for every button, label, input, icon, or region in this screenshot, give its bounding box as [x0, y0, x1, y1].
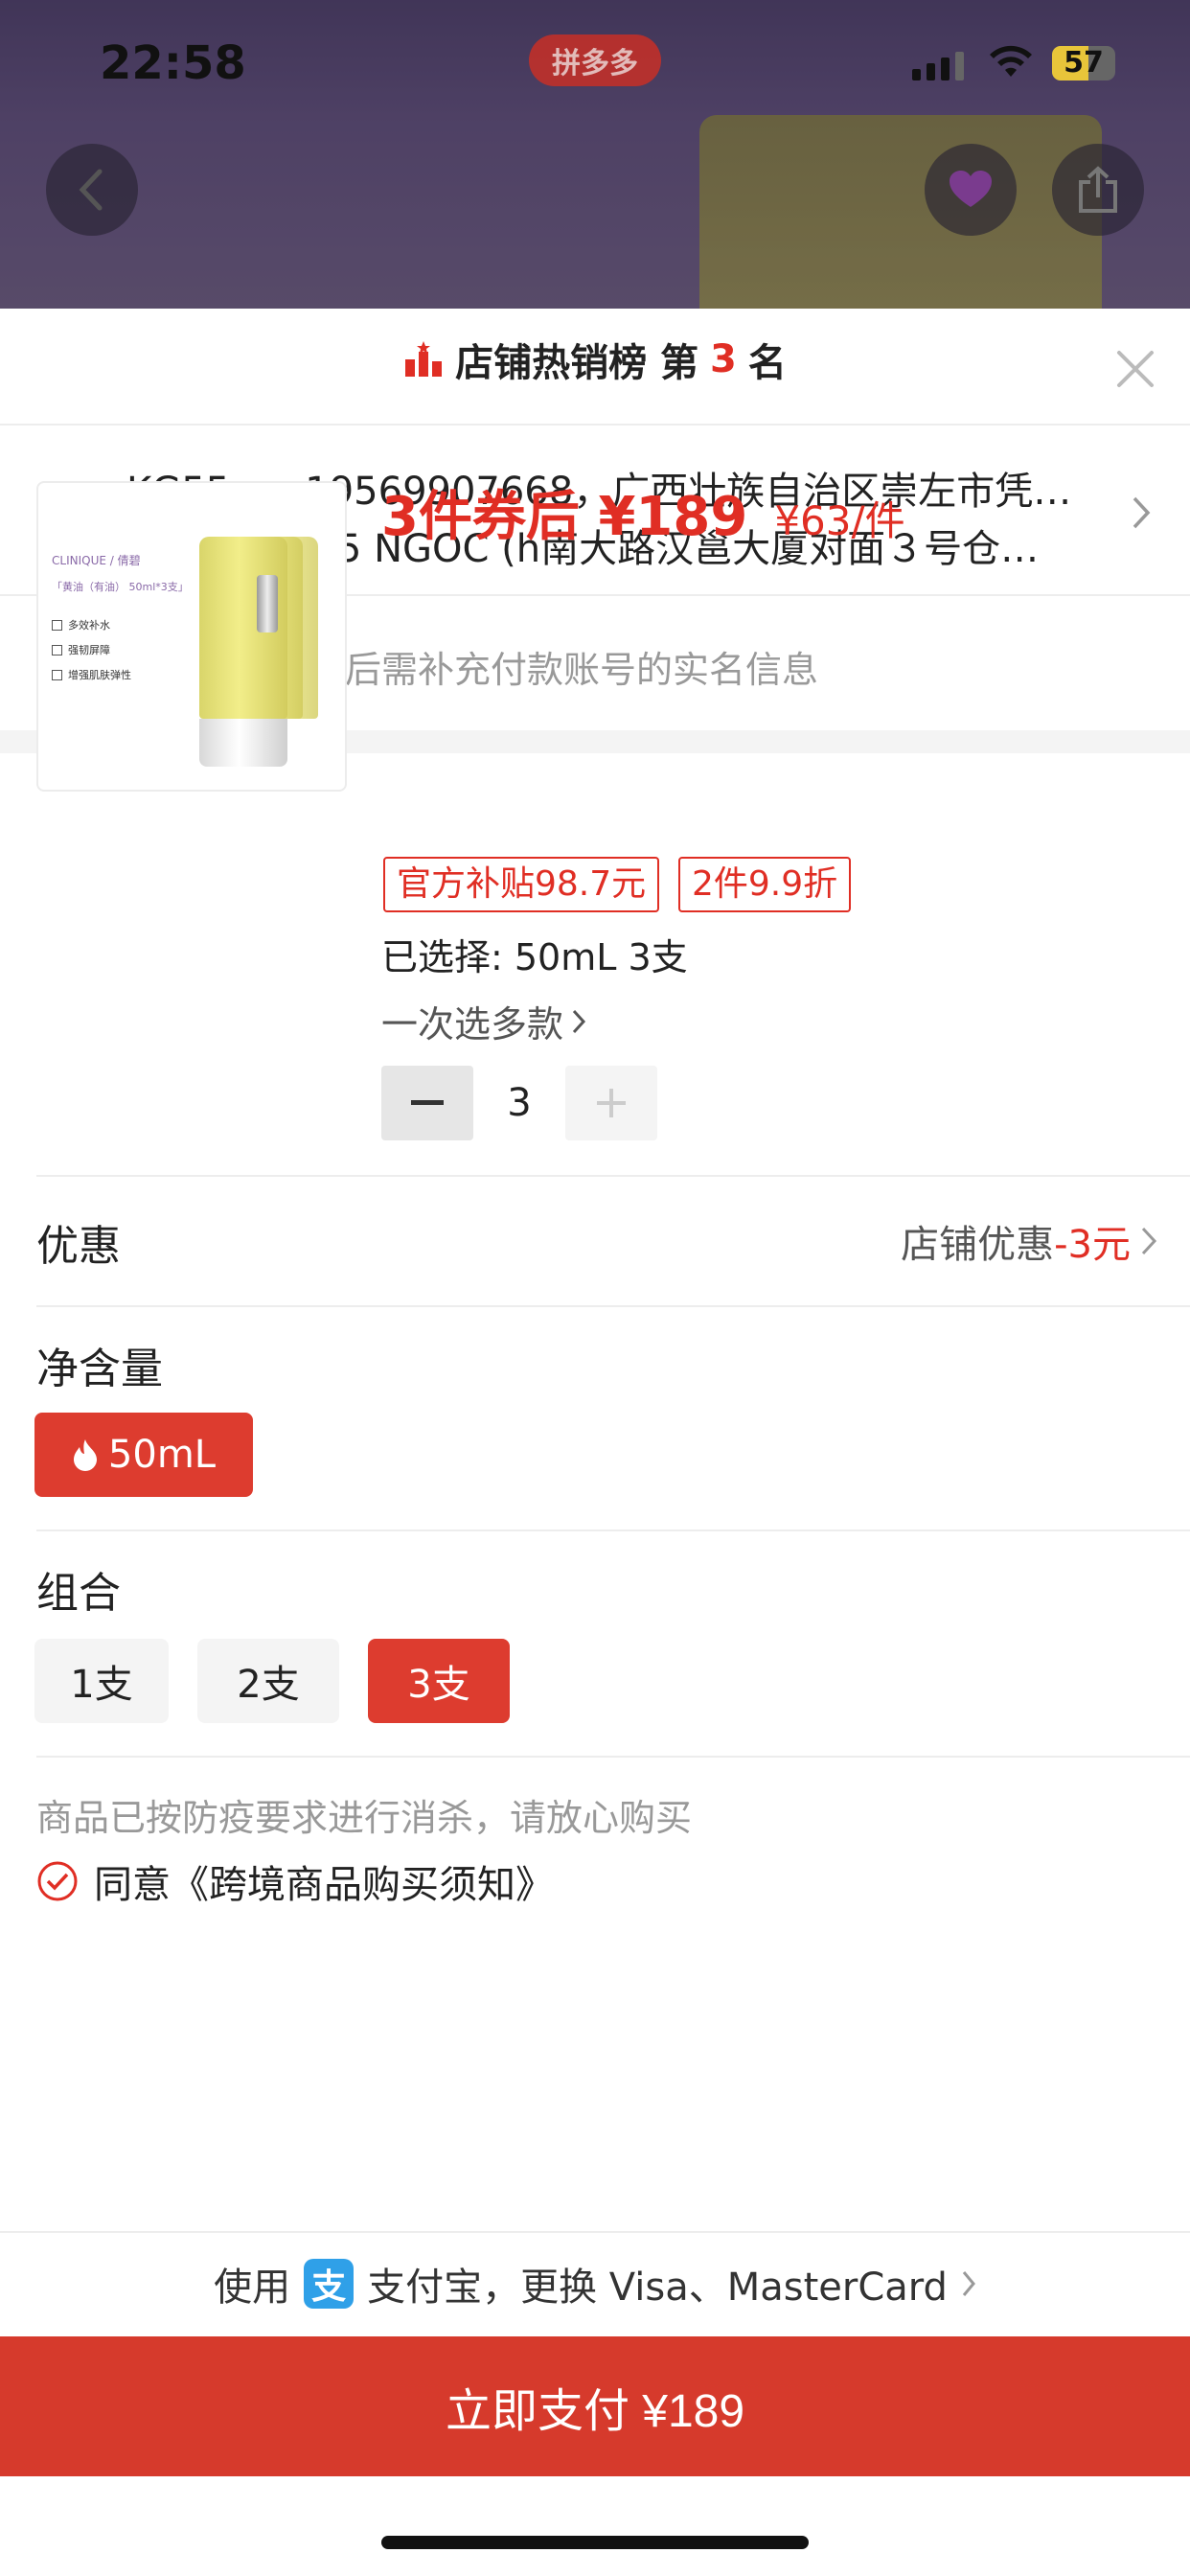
store-rank-title: 店铺热销榜 第 3 名 [0, 332, 1190, 387]
payment-method-text: 支付宝，更换 Visa、MasterCard [367, 2266, 948, 2310]
combo-option-2[interactable]: 2支 [197, 1639, 339, 1723]
heart-icon [950, 171, 992, 207]
payment-method-row[interactable]: 使用 支 支付宝，更换 Visa、MasterCard [0, 2231, 1190, 2334]
app-badge: 拼多多 [529, 34, 661, 86]
chevron-right-icon [572, 1009, 586, 1033]
cellular-signal-icon [912, 52, 964, 80]
promo-label: 优惠 [36, 1222, 121, 1271]
agreement-text[interactable]: 同意《跨境商品购买须知》 [94, 1853, 554, 1909]
divider [36, 1530, 1190, 1531]
pay-now-button[interactable]: 立即支付 ¥189 [0, 2336, 1190, 2476]
home-indicator[interactable] [381, 2536, 809, 2549]
price-after-coupon: 3件券后 ¥189 [381, 486, 748, 548]
price-line: 3件券后 ¥189 ¥63/件 [381, 473, 905, 551]
alipay-icon: 支 [304, 2259, 355, 2309]
selected-spec: 已选择: 50mL 3支 [381, 936, 688, 978]
product-tube-cap [199, 719, 287, 767]
divider [36, 1756, 1190, 1758]
back-arrow-icon [79, 169, 103, 211]
agreement-row[interactable]: 同意《跨境商品购买须知》 [36, 1853, 554, 1909]
minus-icon [411, 1100, 444, 1105]
decrease-button[interactable] [381, 1066, 473, 1140]
image-brand-text: CLINIQUE / 倩碧 [52, 554, 141, 567]
rank-number: 3 [710, 337, 737, 381]
rank-prefix: 店铺热销榜 第 [455, 341, 699, 385]
share-icon [1079, 166, 1117, 213]
payment-use-label: 使用 [214, 2266, 291, 2310]
combo-title: 组合 [36, 1569, 121, 1618]
multi-select-label: 一次选多款 [381, 1003, 564, 1046]
discount-tag: 2件9.9折 [678, 857, 852, 912]
battery-icon: 57 [1052, 46, 1115, 80]
image-spec-text: 「黄油（有油） 50ml*3支」 [52, 581, 189, 593]
chevron-right-icon [962, 2271, 975, 2296]
divider [36, 1175, 1190, 1177]
status-time: 22:58 [100, 36, 246, 90]
promo-row[interactable]: 店铺优惠 -3元 [901, 1213, 1157, 1269]
plus-icon [597, 1089, 626, 1117]
rank-suffix: 名 [747, 341, 787, 385]
share-button[interactable] [1052, 144, 1144, 236]
multi-select-link[interactable]: 一次选多款 [381, 995, 586, 1047]
chevron-right-icon [1141, 1227, 1157, 1255]
promo-amount: -3元 [1054, 1223, 1131, 1267]
bar-chart-icon [405, 341, 443, 377]
favorite-button[interactable] [925, 144, 1017, 236]
volume-option-50ml[interactable]: 50mL [34, 1413, 253, 1497]
close-icon[interactable] [1113, 347, 1157, 391]
unit-price: ¥63/件 [774, 497, 905, 544]
wifi-icon [990, 45, 1032, 77]
image-feature-3: 增强肌肤弹性 [52, 667, 131, 682]
image-feature-2: 强韧屏障 [52, 642, 110, 657]
quantity-value[interactable]: 3 [473, 1081, 565, 1125]
store-rank-bar[interactable]: 店铺热销榜 第 3 名 [0, 309, 1190, 426]
chevron-right-icon [1133, 496, 1151, 529]
volume-option-label: 50mL [107, 1433, 217, 1477]
back-button[interactable] [46, 144, 138, 236]
combo-option-1[interactable]: 1支 [34, 1639, 169, 1723]
product-image[interactable]: CLINIQUE / 倩碧 「黄油（有油） 50ml*3支」 多效补水 强韧屏障… [36, 481, 347, 792]
image-feature-1: 多效补水 [52, 617, 110, 632]
sanitization-notice: 商品已按防疫要求进行消杀，请放心购买 [36, 1797, 693, 1839]
promo-type: 店铺优惠 [901, 1223, 1055, 1267]
quantity-stepper: 3 [381, 1066, 657, 1140]
combo-option-3[interactable]: 3支 [368, 1639, 510, 1723]
fire-icon [73, 1439, 97, 1471]
product-pump [257, 575, 278, 632]
checkbox-checked-icon[interactable] [36, 1860, 79, 1902]
battery-level: 57 [1064, 46, 1104, 80]
subsidy-tag: 官方补贴98.7元 [383, 857, 660, 912]
increase-button[interactable] [565, 1066, 657, 1140]
divider [36, 1305, 1190, 1307]
volume-title: 净含量 [36, 1345, 163, 1393]
